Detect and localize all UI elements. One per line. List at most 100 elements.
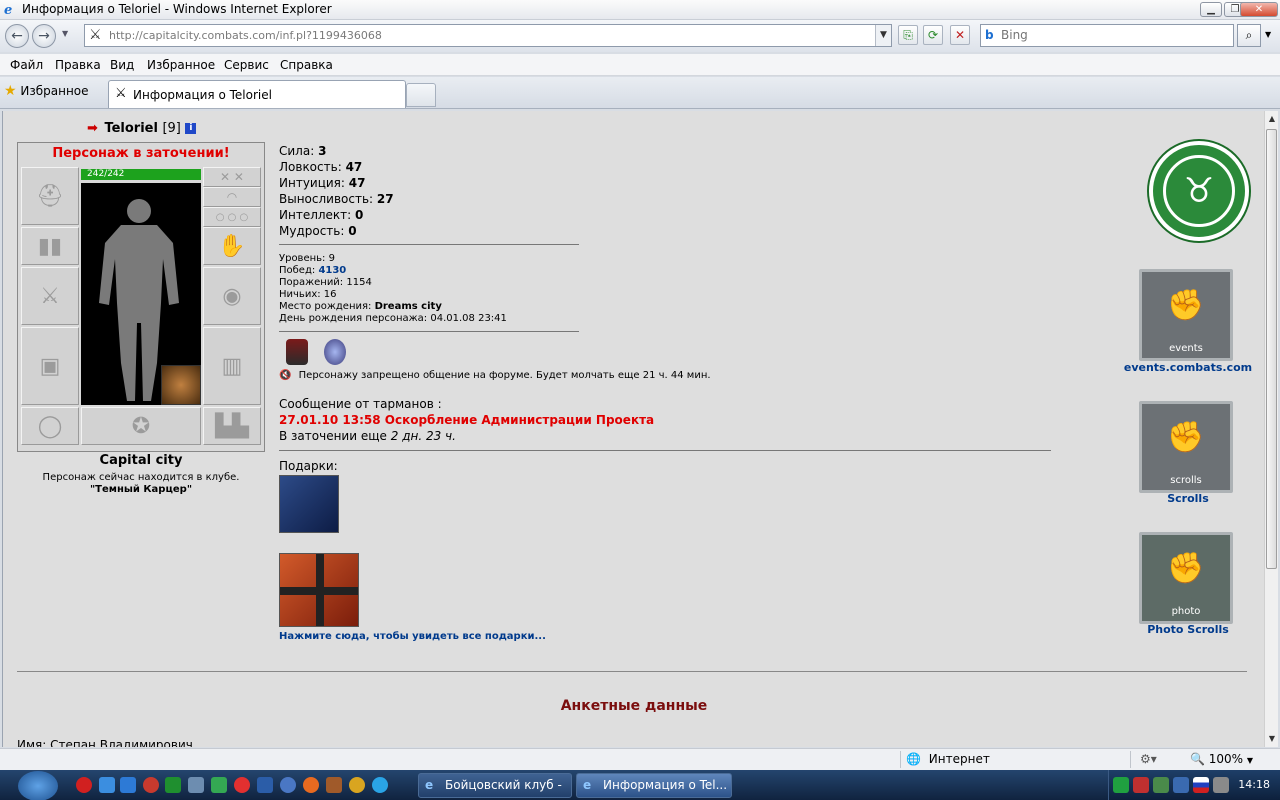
- scroll-up-icon[interactable]: ▲: [1265, 111, 1279, 127]
- ie-quicklaunch-icon[interactable]: [99, 777, 115, 793]
- clock[interactable]: 14:18: [1238, 778, 1270, 791]
- scrolls-link[interactable]: Scrolls: [1118, 492, 1258, 505]
- scrolls-banner[interactable]: ✊ scrolls: [1139, 401, 1233, 493]
- stop-icon[interactable]: ✕: [950, 25, 970, 45]
- weapon-slot[interactable]: ⚔: [21, 267, 79, 325]
- tab-active[interactable]: ⚔ Информация о Teloriel: [108, 80, 406, 108]
- opera-icon[interactable]: [76, 777, 92, 793]
- earrings-icon: ✕ ✕: [220, 170, 244, 184]
- app-icon[interactable]: [188, 777, 204, 793]
- photo-scrolls-banner[interactable]: ✊ photo: [1139, 532, 1233, 624]
- security-zone[interactable]: 🌐 Интернет: [906, 752, 990, 766]
- scroll-down-icon[interactable]: ▼: [1265, 731, 1279, 747]
- pet-avatar[interactable]: [161, 365, 201, 405]
- app-icon[interactable]: [143, 777, 159, 793]
- protected-mode-icon[interactable]: ⚙▾: [1140, 752, 1157, 766]
- info-losses: Поражений: 1154: [279, 277, 372, 288]
- menu-file[interactable]: Файл: [10, 58, 43, 72]
- gift-book[interactable]: [279, 475, 339, 533]
- ie-alt-icon[interactable]: [120, 777, 136, 793]
- compatibility-icon[interactable]: ⎘: [898, 25, 918, 45]
- belt-slot[interactable]: ◯: [21, 407, 79, 445]
- gloves-icon: ✋: [218, 233, 246, 259]
- navigation-bar: ← → ▼ ⚔ http://capitalcity.combats.com/i…: [0, 20, 1280, 52]
- address-dropdown-icon[interactable]: ▼: [875, 25, 891, 46]
- scroll-thumb[interactable]: [1266, 129, 1277, 569]
- app-icon[interactable]: [234, 777, 250, 793]
- address-text[interactable]: http://capitalcity.combats.com/inf.pl?11…: [109, 29, 382, 42]
- alignment-badge-icon[interactable]: [324, 339, 346, 365]
- taskbar-item[interactable]: e Бойцовский клуб - ...: [418, 773, 572, 798]
- close-button[interactable]: ✕: [1240, 2, 1278, 17]
- search-icon[interactable]: ⌕: [1237, 24, 1261, 47]
- belt-icon: ◯: [37, 413, 63, 439]
- bracers-slot[interactable]: ▮▮: [21, 227, 79, 265]
- gloves-slot[interactable]: ✋: [203, 227, 261, 265]
- language-icon[interactable]: [1193, 777, 1209, 793]
- taskbar-item-active[interactable]: e Информация о Tel...: [576, 773, 732, 798]
- rings-slot[interactable]: ○ ○ ○: [203, 207, 261, 227]
- ie-icon: e: [4, 3, 13, 18]
- gift-box[interactable]: [279, 553, 359, 627]
- combats-logo[interactable]: ♉: [1149, 141, 1249, 241]
- clan-badge-icon[interactable]: [286, 339, 308, 365]
- wins-link[interactable]: 4130: [318, 265, 346, 276]
- emblem-icon: ✪: [131, 413, 151, 439]
- scrolls-banner-text: scrolls: [1170, 475, 1202, 486]
- zoom-level[interactable]: 🔍 100% ▼: [1190, 752, 1253, 766]
- boots-slot[interactable]: ▙▙: [203, 407, 261, 445]
- stat-row: Сила: 3: [279, 144, 327, 158]
- events-banner[interactable]: ✊ events: [1139, 269, 1233, 361]
- earrings-slot[interactable]: ✕ ✕: [203, 167, 261, 187]
- info-icon[interactable]: i: [185, 123, 197, 134]
- arrow-icon[interactable]: ➡: [87, 121, 98, 136]
- minimize-button[interactable]: ▁: [1200, 2, 1222, 17]
- amulet-slot[interactable]: ◠: [203, 187, 261, 207]
- network-icon[interactable]: [1153, 777, 1169, 793]
- see-all-gifts-link[interactable]: Нажмите сюда, чтобы увидеть все подарки.…: [279, 631, 546, 642]
- menu-edit[interactable]: Правка: [55, 58, 101, 72]
- firefox-icon[interactable]: [303, 777, 319, 793]
- refresh-icon[interactable]: ⟳: [923, 25, 943, 45]
- app-icon[interactable]: [165, 777, 181, 793]
- menu-view[interactable]: Вид: [110, 58, 134, 72]
- title-bar: e Информация о Teloriel - Windows Intern…: [0, 0, 1280, 20]
- favorites-button[interactable]: ★ Избранное: [4, 83, 89, 99]
- helmet-slot[interactable]: ⛑: [21, 167, 79, 225]
- menu-help[interactable]: Справка: [280, 58, 333, 72]
- menu-favorites[interactable]: Избранное: [147, 58, 215, 72]
- address-bar[interactable]: ⚔ http://capitalcity.combats.com/inf.pl?…: [84, 24, 892, 47]
- shield-slot[interactable]: ◉: [203, 267, 261, 325]
- forum-ban-notice: 🔇 Персонажу запрещено общение на форуме.…: [279, 370, 711, 381]
- app-icon[interactable]: [349, 777, 365, 793]
- tray-icon[interactable]: [1133, 777, 1149, 793]
- history-dropdown-icon[interactable]: ▼: [62, 29, 68, 38]
- character-name-text: Teloriel: [104, 121, 158, 136]
- vertical-scrollbar[interactable]: ▲ ▼: [1264, 111, 1278, 747]
- tray-icon[interactable]: [1113, 777, 1129, 793]
- photoshop-icon[interactable]: [257, 777, 273, 793]
- search-box[interactable]: b: [980, 24, 1234, 47]
- pants-slot[interactable]: ▥: [203, 327, 261, 405]
- info-draws: Ничьих: 16: [279, 289, 337, 300]
- armor-slot[interactable]: ▣: [21, 327, 79, 405]
- skype-icon[interactable]: [372, 777, 388, 793]
- tray-icon[interactable]: [1173, 777, 1189, 793]
- new-tab-button[interactable]: [406, 83, 436, 107]
- app-icon[interactable]: [211, 777, 227, 793]
- runes-slot[interactable]: ✪: [81, 407, 201, 445]
- volume-icon[interactable]: [1213, 777, 1229, 793]
- back-button[interactable]: ←: [5, 24, 29, 48]
- app-icon[interactable]: [280, 777, 296, 793]
- start-button[interactable]: [18, 771, 58, 800]
- menu-tools[interactable]: Сервис: [224, 58, 269, 72]
- zoom-dropdown-icon[interactable]: ▼: [1247, 756, 1253, 765]
- photo-scrolls-link[interactable]: Photo Scrolls: [1118, 623, 1258, 636]
- stat-row: Интеллект: 0: [279, 208, 364, 222]
- fist-icon: ✊: [1167, 551, 1205, 586]
- search-input[interactable]: [1001, 28, 1221, 42]
- events-link[interactable]: events.combats.com: [1118, 361, 1258, 374]
- forward-button[interactable]: →: [32, 24, 56, 48]
- app-icon[interactable]: [326, 777, 342, 793]
- search-options-icon[interactable]: ▼: [1265, 30, 1271, 39]
